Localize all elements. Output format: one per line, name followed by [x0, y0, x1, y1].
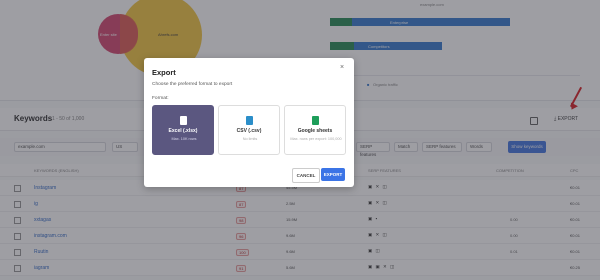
format-option-name: CSV (.csv) [236, 128, 262, 134]
format-option-note: Max. rows per export: 100,000 [290, 137, 342, 141]
format-option-note: No limits [242, 137, 258, 141]
dialog-title: Export [152, 68, 176, 77]
dialog-description: Choose the preferred format to export [152, 82, 233, 87]
export-dialog: Export × Choose the preferred format to … [144, 58, 354, 187]
google-sheets-icon [312, 116, 319, 125]
format-option-excel[interactable]: Excel (.xlsx) Max. 10K rows [152, 105, 214, 155]
csv-file-icon [246, 116, 253, 125]
cancel-button[interactable]: CANCEL [292, 168, 320, 183]
format-option-google-sheets[interactable]: Google sheets Max. rows per export: 100,… [284, 105, 346, 155]
close-icon[interactable]: × [340, 64, 344, 71]
format-option-name: Excel (.xlsx) [168, 128, 198, 134]
format-option-note: Max. 10K rows [171, 137, 197, 141]
format-label: Format: [152, 96, 169, 101]
export-button[interactable]: EXPORT [321, 168, 345, 181]
format-option-csv[interactable]: CSV (.csv) No limits [218, 105, 280, 155]
format-option-name: Google sheets [297, 128, 333, 134]
excel-file-icon [180, 116, 187, 125]
